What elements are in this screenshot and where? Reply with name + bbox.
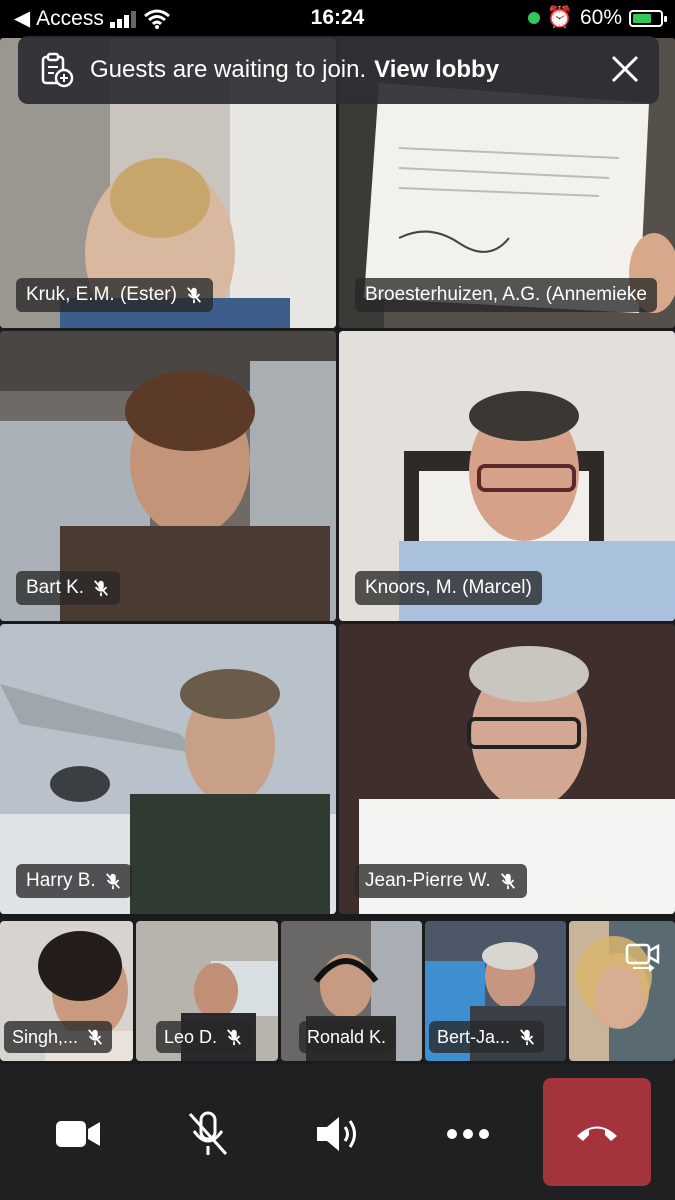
participant-name-tag: Bart K. xyxy=(16,571,121,605)
participant-name-tag: Bert-Ja... xyxy=(429,1021,545,1053)
close-icon[interactable] xyxy=(609,53,641,85)
participant-name: Bert-Ja... xyxy=(437,1026,511,1047)
participant-name-tag: Singh,... xyxy=(4,1021,113,1053)
strip-participant-tile[interactable]: Singh,... xyxy=(0,921,133,1061)
battery-icon xyxy=(629,9,667,27)
mic-off-icon xyxy=(520,1029,535,1046)
participant-name-tag: Ronald K. xyxy=(299,1021,395,1053)
speaker-icon xyxy=(317,1117,356,1151)
participant-name-tag: Leo D. xyxy=(156,1021,252,1053)
participant-name-tag: Knoors, M. (Marcel) xyxy=(355,571,542,605)
banner-message: Guests are waiting to join. xyxy=(90,56,367,83)
alarm-icon: ⏰ xyxy=(546,6,573,29)
strip-participant-tile[interactable]: Ronald K. xyxy=(281,921,422,1061)
participant-name: Bart K. xyxy=(26,577,85,598)
mic-off-icon xyxy=(186,287,201,304)
video-camera-icon xyxy=(56,1121,100,1147)
mic-off-icon xyxy=(94,580,109,597)
strip-participant-tile[interactable]: Leo D. xyxy=(136,921,278,1061)
participant-name: Ronald K. xyxy=(307,1026,387,1047)
participant-name-tag: Broesterhuizen, A.G. (Annemieke xyxy=(355,278,657,312)
participant-tile[interactable]: Harry B. xyxy=(0,624,336,914)
microphone-off-icon xyxy=(188,1111,228,1156)
speaker-button[interactable] xyxy=(306,1102,370,1166)
participant-name-tag: Harry B. xyxy=(16,864,132,898)
participant-tile[interactable]: Knoors, M. (Marcel) xyxy=(339,331,675,621)
participant-name: Leo D. xyxy=(164,1026,218,1047)
participant-tile[interactable]: Jean-Pierre W. xyxy=(339,624,675,914)
status-bar: ◀ Access 16:24 ⏰ 60% xyxy=(0,0,675,38)
participant-name: Jean-Pierre W. xyxy=(365,870,491,891)
hang-up-button[interactable] xyxy=(543,1078,651,1186)
mic-off-icon xyxy=(500,873,515,890)
participant-name: Harry B. xyxy=(26,870,96,891)
hang-up-icon xyxy=(577,1126,617,1141)
more-options-button[interactable] xyxy=(436,1102,500,1166)
clipboard-add-icon xyxy=(41,52,74,88)
mic-in-use-dot xyxy=(527,12,540,24)
switch-camera-icon[interactable] xyxy=(625,937,661,973)
battery-percent: 60% xyxy=(579,6,622,29)
participant-name: Broesterhuizen, A.G. (Annemieke xyxy=(365,284,647,305)
participant-name-tag: Kruk, E.M. (Ester) xyxy=(16,278,213,312)
participant-name: Kruk, E.M. (Ester) xyxy=(26,284,177,305)
call-toolbar xyxy=(0,1064,675,1200)
participant-tile[interactable]: Bart K. xyxy=(0,331,336,621)
lobby-banner[interactable]: Guests are waiting to join. View lobby xyxy=(18,36,659,104)
mute-button[interactable] xyxy=(176,1102,240,1166)
mic-off-icon xyxy=(105,873,120,890)
participant-name: Knoors, M. (Marcel) xyxy=(365,577,532,598)
self-view-tile[interactable] xyxy=(569,921,675,1061)
camera-button[interactable] xyxy=(46,1102,110,1166)
participant-name-tag: Jean-Pierre W. xyxy=(355,864,527,898)
mic-off-icon xyxy=(227,1029,242,1046)
more-icon xyxy=(447,1129,489,1139)
status-right: ⏰ 60% xyxy=(527,6,667,30)
view-lobby-link[interactable]: View lobby xyxy=(374,56,499,84)
participant-name: Singh,... xyxy=(12,1026,79,1047)
mic-off-icon xyxy=(88,1029,103,1046)
strip-participant-tile[interactable]: Bert-Ja... xyxy=(425,921,566,1061)
